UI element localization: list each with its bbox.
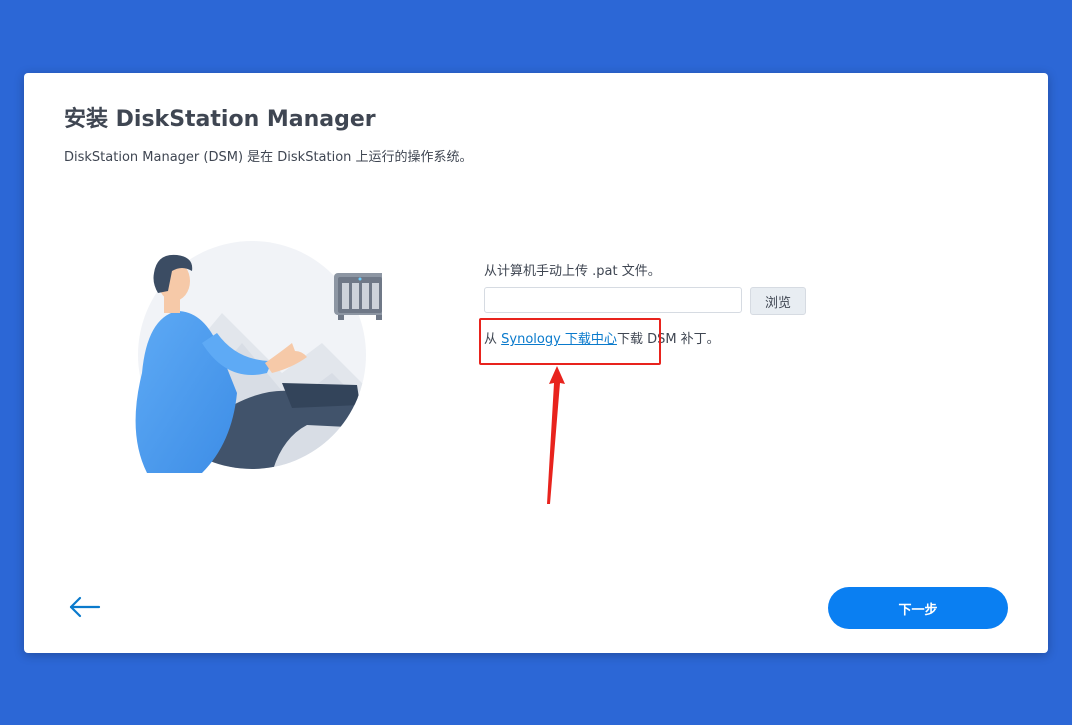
browse-button[interactable]: 浏览	[750, 287, 806, 315]
next-step-button[interactable]: 下一步	[828, 587, 1008, 629]
annotation-highlight-box	[479, 318, 661, 365]
upload-label: 从计算机手动上传 .pat 文件。	[484, 264, 661, 279]
back-button[interactable]	[68, 595, 102, 619]
page-title: 安装 DiskStation Manager	[64, 107, 376, 132]
arrow-left-icon	[69, 596, 101, 618]
page-subtitle: DiskStation Manager (DSM) 是在 DiskStation…	[64, 150, 473, 165]
illustration-person-nas	[135, 241, 382, 473]
file-path-input[interactable]	[484, 287, 742, 313]
nas-device-icon	[334, 273, 382, 320]
annotation-arrow-icon	[547, 366, 565, 504]
